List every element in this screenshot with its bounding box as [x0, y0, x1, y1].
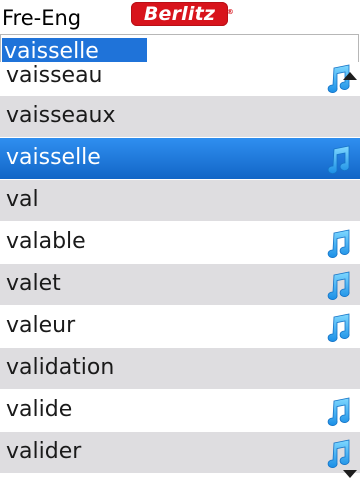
list-item-word: vaisseau — [6, 63, 103, 88]
list-item-word: valet — [6, 271, 61, 296]
music-note-icon[interactable] — [324, 397, 352, 427]
list-item[interactable]: vaisselle — [0, 138, 360, 180]
list-item-word: vaisselle — [6, 145, 101, 170]
dictionary-direction-title: Fre-Eng — [2, 6, 82, 30]
logo-text: Berlitz — [143, 3, 216, 25]
list-item-word: valide — [6, 397, 73, 422]
list-item[interactable]: valide — [0, 390, 360, 432]
scroll-up-arrow-icon[interactable] — [343, 72, 357, 80]
list-item-word: val — [6, 187, 39, 212]
list-item-word: vaisseaux — [6, 103, 116, 128]
list-item[interactable]: vaisseau — [0, 62, 360, 96]
list-item[interactable]: val — [0, 180, 360, 222]
list-item[interactable]: validation — [0, 348, 360, 390]
music-note-icon[interactable] — [324, 145, 352, 175]
berlitz-logo: Berlitz ® — [131, 2, 234, 26]
word-list[interactable]: vaisseau vaisseaux vaisselle val valable vale… — [0, 62, 360, 480]
scroll-down-arrow-icon[interactable] — [343, 470, 357, 478]
music-note-icon[interactable] — [324, 313, 352, 343]
list-item[interactable]: valider — [0, 432, 360, 474]
list-item[interactable]: valable — [0, 222, 360, 264]
list-item-word: valeur — [6, 313, 76, 338]
list-item-word: valable — [6, 229, 86, 254]
list-item[interactable]: valet — [0, 264, 360, 306]
music-note-icon[interactable] — [324, 439, 352, 469]
registered-mark: ® — [226, 8, 234, 16]
music-note-icon[interactable] — [324, 271, 352, 301]
list-item[interactable]: vaisseaux — [0, 96, 360, 138]
app-header: Fre-Eng Berlitz ® — [0, 0, 360, 34]
list-item[interactable]: valeur — [0, 306, 360, 348]
list-item-word: valider — [6, 439, 82, 464]
list-item-word: validation — [6, 355, 115, 380]
music-note-icon[interactable] — [324, 229, 352, 259]
